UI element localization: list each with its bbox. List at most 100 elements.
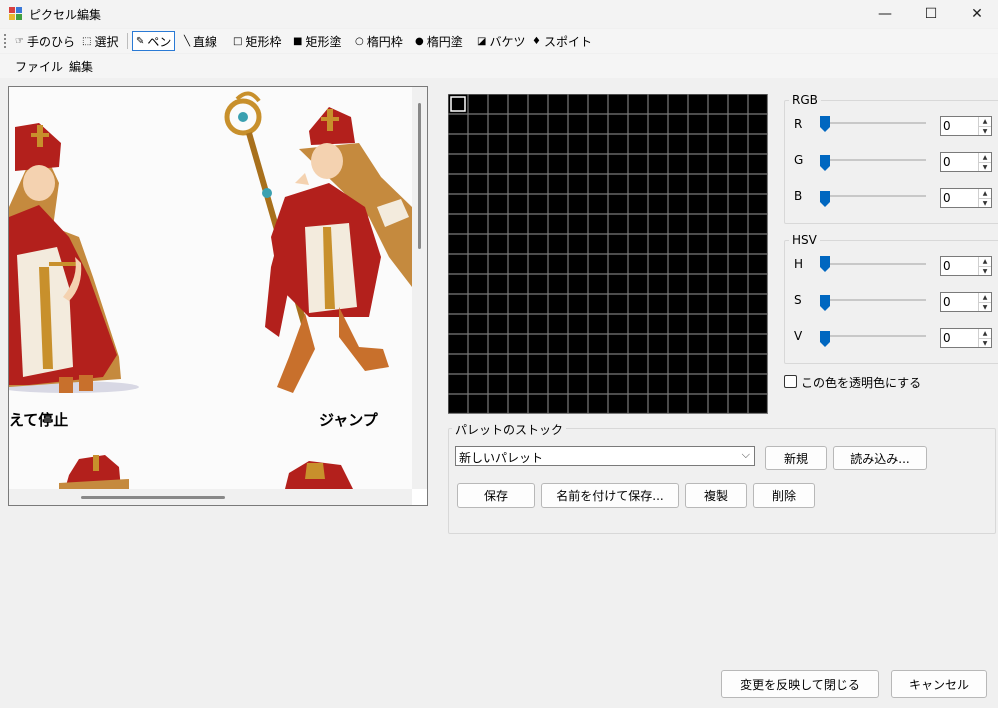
spin-up-icon[interactable]: ▲ — [978, 329, 991, 338]
spin-up-icon[interactable]: ▲ — [978, 117, 991, 126]
tool-label: 楕円枠 — [366, 34, 403, 49]
tool-label: 直線 — [193, 34, 218, 49]
g-label: G — [794, 153, 804, 167]
spin-down-icon[interactable]: ▼ — [978, 266, 991, 275]
duplicate-palette-button[interactable]: 複製 — [685, 483, 747, 508]
tool-label: 矩形枠 — [245, 34, 282, 49]
title-bar: ピクセル編集 — ☐ ✕ — [0, 0, 998, 28]
close-button[interactable]: ✕ — [954, 0, 998, 28]
maximize-button[interactable]: ☐ — [908, 0, 954, 28]
g-spinbox[interactable]: 0 ▲ ▼ — [940, 152, 992, 172]
image-preview[interactable]: えて停止 ジャンプ — [8, 86, 428, 506]
select-icon: ⬚ — [82, 35, 92, 47]
vertical-scrollbar[interactable] — [412, 87, 427, 489]
s-spinbox[interactable]: 0 ▲ ▼ — [940, 292, 992, 312]
b-slider-thumb[interactable] — [820, 191, 830, 207]
s-slider-thumb[interactable] — [820, 295, 830, 311]
apply-and-close-button[interactable]: 変更を反映して閉じる — [721, 670, 879, 698]
spin-up-icon[interactable]: ▲ — [978, 153, 991, 162]
save-palette-button[interactable]: 保存 — [457, 483, 535, 508]
r-value: 0 — [943, 119, 951, 133]
v-spinbox[interactable]: 0 ▲ ▼ — [940, 328, 992, 348]
h-slider-track[interactable] — [820, 263, 926, 265]
ellipse-fill-icon: ● — [415, 35, 424, 47]
tool-label: ペン — [147, 34, 172, 49]
menu-bar: ファイル 編集 — [0, 54, 998, 78]
tool-rect-fill[interactable]: ■ 矩形塗 — [290, 31, 344, 51]
tool-select[interactable]: ⬚ 選択 — [79, 31, 121, 51]
r-slider-track[interactable] — [820, 122, 926, 124]
s-label: S — [794, 293, 802, 307]
v-label: V — [794, 329, 803, 343]
toolbar-separator — [127, 33, 128, 49]
spin-up-icon[interactable]: ▲ — [978, 293, 991, 302]
toolbar-grip[interactable] — [4, 34, 6, 48]
spin-down-icon[interactable]: ▼ — [978, 302, 991, 311]
minimize-icon: — — [878, 6, 892, 22]
eyedropper-icon: ♦ — [532, 35, 541, 47]
bucket-icon: ◪ — [477, 35, 487, 47]
v-slider-track[interactable] — [820, 335, 926, 337]
v-value: 0 — [943, 331, 951, 345]
vertical-scroll-thumb[interactable] — [418, 103, 421, 249]
ellipse-outline-icon: ○ — [355, 35, 364, 47]
tool-ellipse-fill[interactable]: ● 楕円塗 — [412, 31, 466, 51]
tool-eyedropper[interactable]: ♦ スポイト — [529, 31, 595, 51]
b-spinbox[interactable]: 0 ▲ ▼ — [940, 188, 992, 208]
r-spinbox[interactable]: 0 ▲ ▼ — [940, 116, 992, 136]
tool-rect-outline[interactable]: □ 矩形枠 — [230, 31, 284, 51]
b-value: 0 — [943, 191, 951, 205]
g-slider-thumb[interactable] — [820, 155, 830, 171]
b-slider-track[interactable] — [820, 195, 926, 197]
app-icon — [9, 7, 23, 21]
hsv-legend: HSV — [789, 233, 820, 247]
new-palette-button[interactable]: 新規 — [765, 446, 827, 470]
tool-pen[interactable]: ✎ ペン — [132, 31, 176, 51]
tool-ellipse-outline[interactable]: ○ 楕円枠 — [352, 31, 406, 51]
window-title: ピクセル編集 — [29, 8, 102, 22]
h-value: 0 — [943, 259, 951, 273]
menu-file[interactable]: ファイル — [15, 58, 63, 75]
palette-select-value: 新しいパレット — [459, 451, 544, 465]
spin-down-icon[interactable]: ▼ — [978, 162, 991, 171]
v-slider-thumb[interactable] — [820, 331, 830, 347]
pixel-grid-editor[interactable] — [448, 94, 768, 414]
spin-down-icon[interactable]: ▼ — [978, 338, 991, 347]
transparent-checkbox[interactable] — [784, 375, 797, 388]
spin-down-icon[interactable]: ▼ — [978, 198, 991, 207]
tool-label: 選択 — [94, 34, 119, 49]
s-slider-track[interactable] — [820, 299, 926, 301]
toolbar: ☞ 手のひら ⬚ 選択 ✎ ペン ╲ 直線 □ 矩形枠 ■ 矩形塗 ○ 楕円枠 ● 楕円塗 ◪ バ… — [0, 29, 998, 53]
spin-up-icon[interactable]: ▲ — [978, 189, 991, 198]
transparent-label[interactable]: この色を透明色にする — [801, 374, 921, 391]
h-spinbox[interactable]: 0 ▲ ▼ — [940, 256, 992, 276]
tool-line[interactable]: ╲ 直線 — [181, 31, 220, 51]
tool-label: スポイト — [543, 34, 592, 49]
hand-icon: ☞ — [15, 35, 24, 47]
spin-up-icon[interactable]: ▲ — [978, 257, 991, 266]
caption-left: えて停止 — [9, 411, 68, 429]
delete-palette-button[interactable]: 削除 — [753, 483, 815, 508]
sprite-sheet-image: えて停止 ジャンプ — [9, 87, 412, 489]
menu-edit[interactable]: 編集 — [69, 58, 93, 75]
tool-hand[interactable]: ☞ 手のひら — [12, 31, 78, 51]
g-slider-track[interactable] — [820, 159, 926, 161]
tool-label: バケツ — [489, 34, 526, 49]
h-slider-thumb[interactable] — [820, 256, 830, 272]
minimize-button[interactable]: — — [862, 0, 908, 28]
tool-bucket[interactable]: ◪ バケツ — [474, 31, 528, 51]
r-label: R — [794, 117, 803, 131]
save-as-palette-button[interactable]: 名前を付けて保存... — [541, 483, 679, 508]
caption-right: ジャンプ — [319, 411, 379, 429]
load-palette-button[interactable]: 読み込み... — [833, 446, 927, 470]
close-icon: ✕ — [971, 6, 983, 22]
horizontal-scroll-thumb[interactable] — [81, 496, 225, 499]
horizontal-scrollbar[interactable] — [9, 489, 412, 505]
tool-label: 手のひら — [26, 34, 75, 49]
cancel-button[interactable]: キャンセル — [891, 670, 987, 698]
maximize-icon: ☐ — [924, 6, 938, 22]
palette-select[interactable]: 新しいパレット ⌵ — [455, 446, 755, 466]
tool-label: 矩形塗 — [305, 34, 342, 49]
r-slider-thumb[interactable] — [820, 116, 830, 132]
spin-down-icon[interactable]: ▼ — [978, 126, 991, 135]
